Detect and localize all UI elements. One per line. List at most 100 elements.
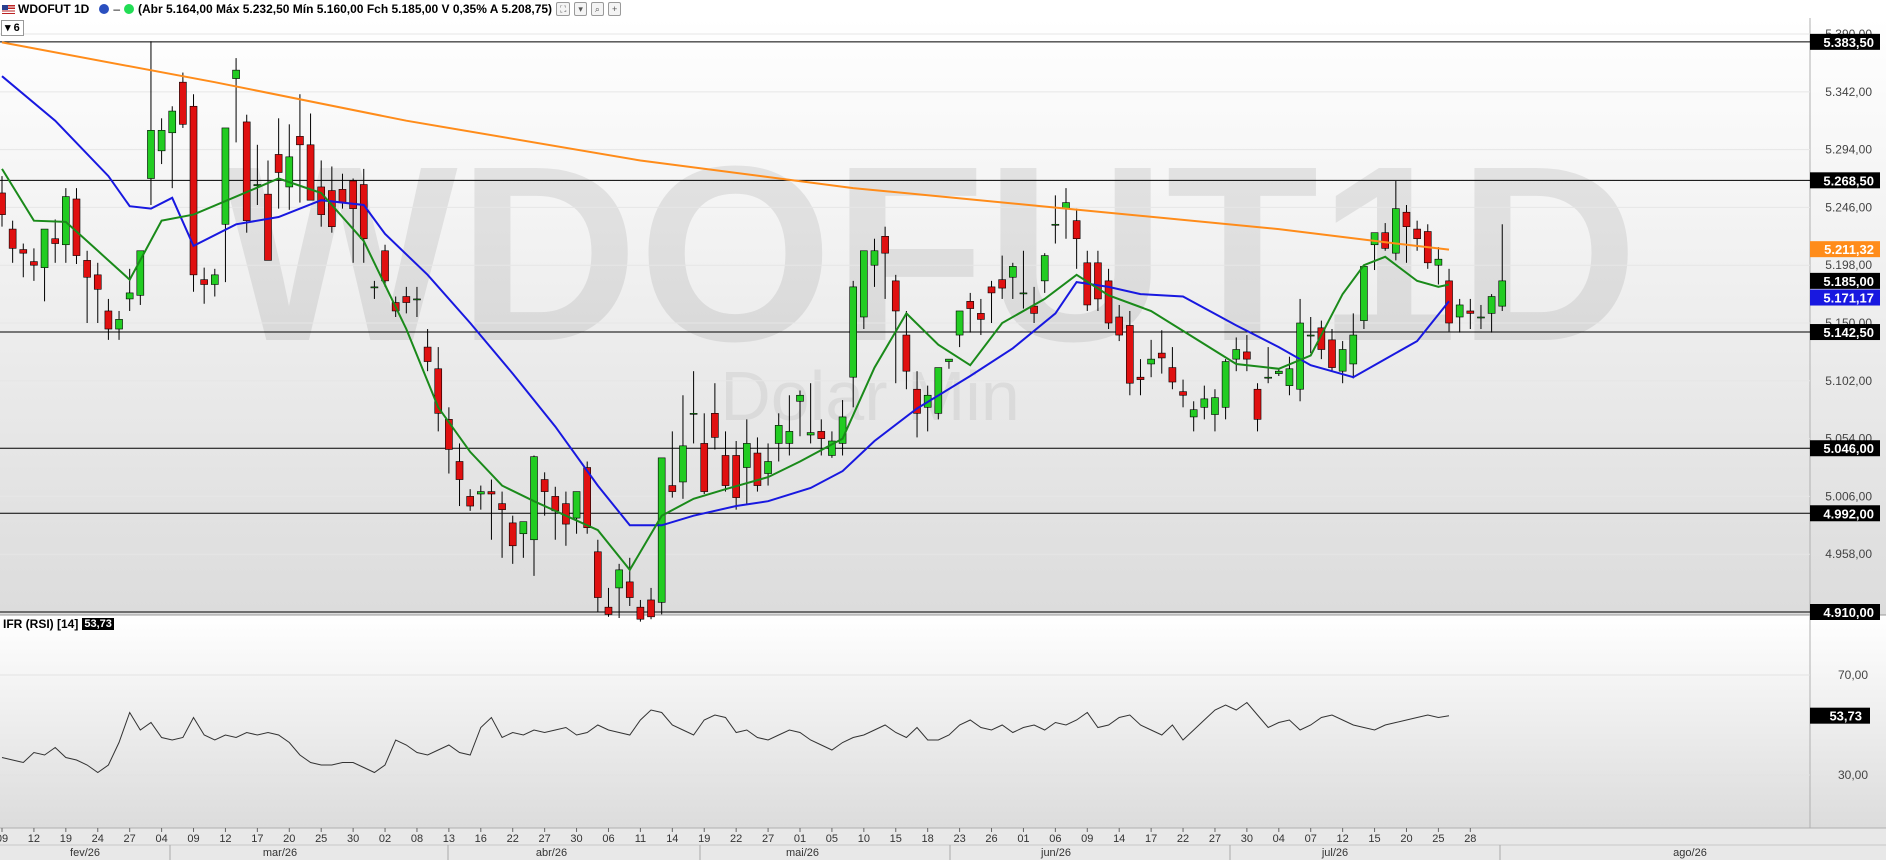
candle-down [306, 144, 315, 201]
day-tick-label: 02 [379, 833, 391, 845]
candle-up [115, 319, 123, 330]
candle-down [30, 261, 38, 266]
candle-down [721, 455, 730, 486]
candle-up [1275, 370, 1283, 374]
candle-up [62, 196, 70, 246]
candle-down [498, 503, 506, 510]
candle-down [1157, 352, 1166, 359]
day-tick-label: 27 [1209, 833, 1221, 845]
candle-up [1264, 376, 1272, 379]
us-flag-icon [2, 4, 15, 14]
candle-up [764, 461, 772, 474]
candle-down [189, 105, 198, 276]
candle-up [572, 491, 581, 519]
day-tick-label: 06 [1049, 833, 1061, 845]
day-tick-label: 17 [251, 833, 263, 845]
candle-up [1189, 409, 1198, 418]
chart-canvas[interactable]: WDOFUT1DDolar Min5.390,005.342,005.294,0… [0, 0, 1886, 860]
day-tick-label: 25 [1432, 833, 1444, 845]
candle-down [817, 431, 826, 439]
day-tick-label: 15 [1368, 833, 1380, 845]
candle-up [211, 274, 219, 285]
rsi-tick-label: 30,00 [1838, 768, 1868, 782]
price-tick-label: 5.198,00 [1825, 258, 1872, 272]
candle-down [402, 296, 411, 303]
level-tag-label: 5.046,00 [1823, 441, 1874, 456]
period-selector[interactable]: ▾ 6 [1, 20, 24, 36]
candle-up [168, 110, 177, 134]
candle-down [1136, 376, 1145, 380]
day-tick-label: 11 [635, 833, 646, 845]
day-tick-label: 15 [890, 833, 902, 845]
day-tick-label: 27 [124, 833, 136, 845]
candle-down [8, 228, 17, 249]
candle-down [1253, 388, 1262, 420]
price-tick-label: 5.006,00 [1825, 489, 1872, 503]
candle-down [732, 455, 740, 498]
rsi-legend: IFR (RSI) [14] 53,73 [3, 617, 114, 631]
month-label: fev/26 [70, 847, 100, 859]
candle-down [987, 286, 996, 294]
candle-down [625, 581, 634, 598]
day-tick-label: 12 [219, 833, 231, 845]
rsi-name: IFR (RSI) [14] [3, 617, 79, 631]
candle-up [147, 130, 155, 179]
day-tick-label: 27 [762, 833, 774, 845]
day-tick-label: 09 [187, 833, 199, 845]
day-tick-label: 22 [1177, 833, 1189, 845]
day-tick-label: 20 [1400, 833, 1412, 845]
candle-up [785, 431, 794, 444]
rsi-value-badge: 53,73 [82, 618, 114, 630]
add-indicator-button[interactable]: + [607, 2, 622, 16]
search-button[interactable]: ⌕ [590, 2, 604, 16]
day-tick-label: 18 [922, 833, 934, 845]
candle-up [945, 358, 953, 362]
candle-up [40, 228, 49, 268]
candle-down [594, 551, 602, 598]
candle-down [274, 154, 283, 173]
price-tick-label: 5.294,00 [1825, 143, 1872, 157]
candle-up [1051, 223, 1060, 226]
price-tick-label: 5.102,00 [1825, 374, 1872, 388]
candle-up [1285, 368, 1294, 386]
candle-down [1402, 211, 1411, 227]
month-label: jul/26 [1321, 847, 1348, 859]
day-tick-label: 01 [1017, 833, 1029, 845]
rsi-tick-label: 70,00 [1838, 668, 1868, 682]
candle-up [157, 130, 166, 152]
day-tick-label: 14 [666, 833, 678, 845]
candle-down [508, 522, 517, 547]
day-tick-label: 08 [411, 833, 423, 845]
candle-down [104, 310, 113, 330]
candle-up [870, 250, 879, 266]
dropdown-button[interactable]: ▾ [574, 2, 587, 16]
symbol-label[interactable]: WDOFUT 1D [18, 2, 89, 16]
candle-up [370, 286, 379, 289]
day-tick-label: 20 [283, 833, 295, 845]
level-tag-label: 5.383,50 [1823, 35, 1874, 50]
level-tag-label: 4.992,00 [1823, 506, 1874, 521]
day-tick-label: 28 [1464, 833, 1476, 845]
day-tick-label: 14 [1113, 833, 1125, 845]
candle-up [1306, 334, 1315, 337]
expand-button[interactable]: ⛶ [556, 2, 571, 16]
candle-down [668, 485, 677, 492]
candle-down [487, 491, 496, 495]
separator-dash: – [113, 2, 121, 16]
exchange-icon [99, 4, 110, 14]
candle-down [0, 192, 6, 215]
candle-down [1328, 339, 1336, 368]
day-tick-label: 01 [794, 833, 806, 845]
day-tick-label: 27 [539, 833, 551, 845]
candle-down [338, 189, 347, 203]
day-tick-label: 26 [985, 833, 997, 845]
candle-up [1360, 266, 1368, 321]
candle-up [125, 292, 134, 300]
day-tick-label: 04 [1273, 833, 1285, 845]
day-tick-label: 17 [1145, 833, 1157, 845]
day-tick-label: 12 [28, 833, 40, 845]
candle-down [1381, 232, 1389, 249]
month-label: ago/26 [1673, 847, 1707, 859]
candle-up [679, 445, 687, 483]
candle-up [1487, 296, 1496, 314]
